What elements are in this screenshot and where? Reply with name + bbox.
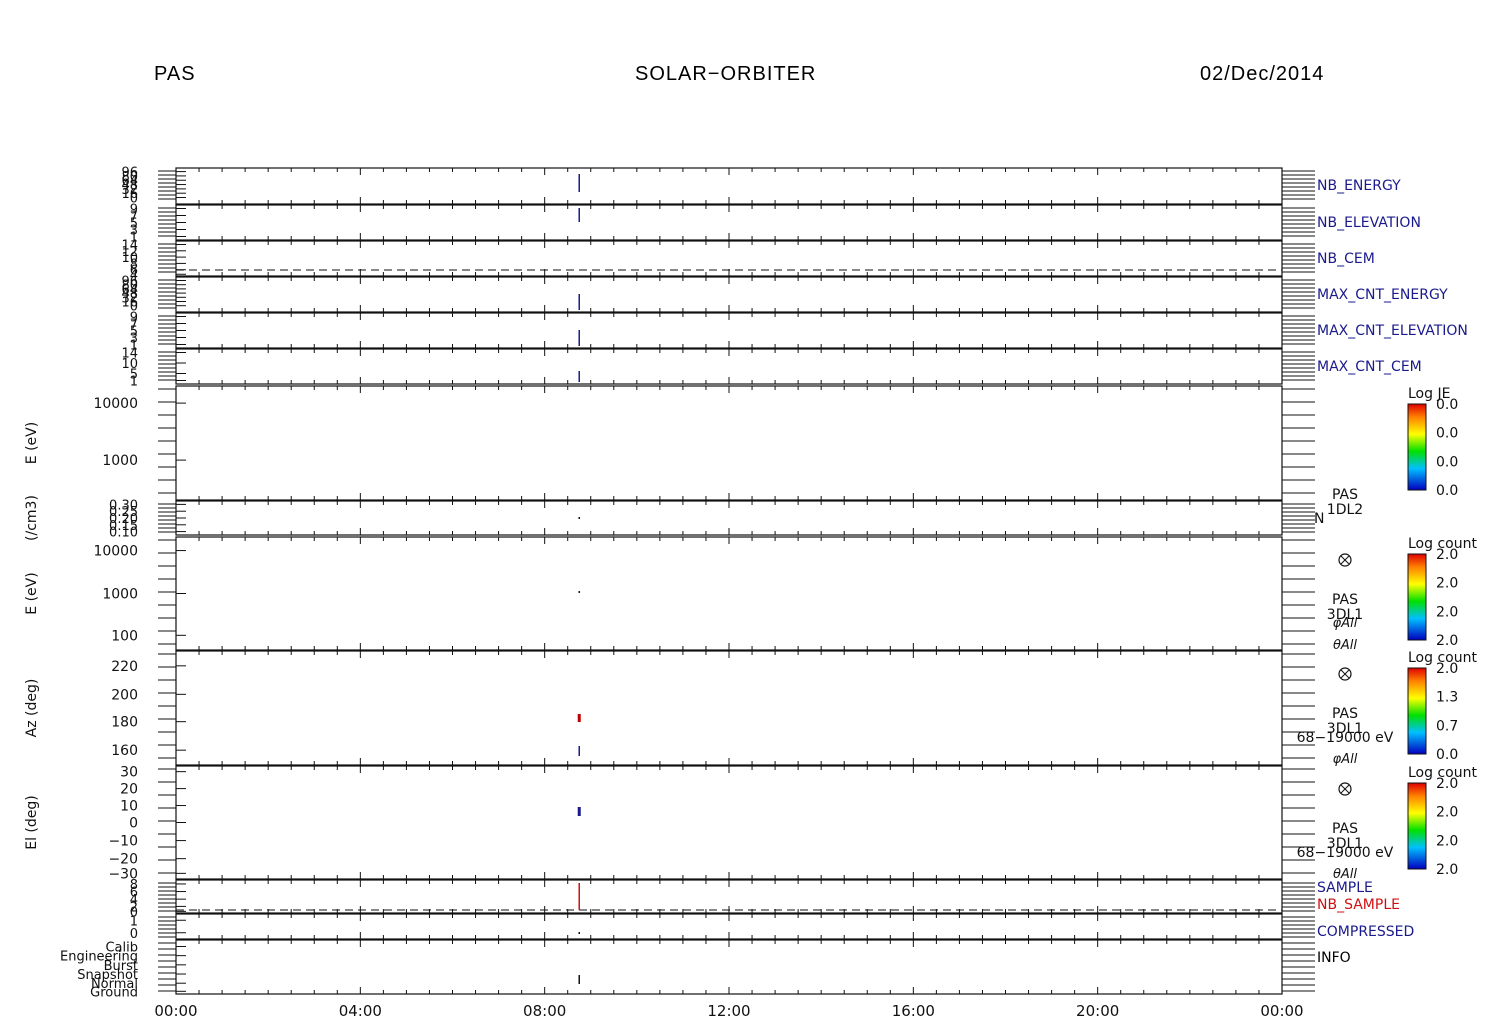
- y-axis-label: E (eV): [24, 572, 40, 614]
- colorbar-tick-label: 2.0: [1436, 661, 1458, 677]
- y-axis-label: E (eV): [24, 422, 40, 464]
- y-axis-label: El (deg): [24, 795, 40, 850]
- panel-label: NB_ELEVATION: [1317, 215, 1421, 231]
- y-tick-label: 1000: [102, 587, 138, 603]
- side-label: N: [1314, 511, 1324, 527]
- colorbar-tick-label: 0.0: [1436, 397, 1458, 413]
- colorbar-tick-label: 2.0: [1436, 576, 1458, 592]
- y-axis-label: (/cm3): [24, 495, 40, 541]
- y-tick-label: 220: [111, 659, 138, 675]
- colorbar-tick-label: 0.0: [1436, 454, 1458, 470]
- colorbar: [1407, 667, 1427, 755]
- x-tick-label: 04:00: [339, 1002, 382, 1020]
- panel-frame: [175, 765, 1283, 880]
- panel-label: NB_CEM: [1317, 251, 1375, 267]
- panel-frame: [175, 385, 1283, 501]
- panel-label: MAX_CNT_CEM: [1317, 359, 1422, 375]
- colorbar-tick-label: 0.0: [1436, 747, 1458, 763]
- colorbar-tick-label: 2.0: [1436, 633, 1458, 649]
- x-tick-label: 00:00: [1260, 1002, 1303, 1020]
- y-tick-label: 10000: [93, 544, 138, 560]
- x-tick-label: 00:00: [154, 1002, 197, 1020]
- side-label: 68−19000 eV: [1297, 845, 1394, 861]
- y-tick-label: 200: [111, 687, 138, 703]
- side-label: 1DL2: [1327, 502, 1363, 518]
- panel-label: INFO: [1317, 950, 1351, 966]
- y-tick-label: 160: [111, 743, 138, 759]
- x-tick-label: 20:00: [1076, 1002, 1119, 1020]
- colorbar-tick-label: 2.0: [1436, 862, 1458, 878]
- y-tick-label: 1000: [102, 453, 138, 469]
- x-tick-label: 12:00: [707, 1002, 750, 1020]
- side-label: φAll: [1333, 752, 1358, 767]
- colorbar-tick-label: 2.0: [1436, 805, 1458, 821]
- y-tick-label: −20: [108, 852, 138, 868]
- y-tick-label: −10: [108, 834, 138, 850]
- panel-frame: [175, 536, 1283, 651]
- colorbar-tick-label: 2.0: [1436, 776, 1458, 792]
- summary-plot: 9680644832160NB_ENERGY97531NB_ELEVATION1…: [24, 166, 1477, 1020]
- colorbar: [1407, 782, 1427, 870]
- y-tick-label: 30: [120, 765, 138, 781]
- y-tick-label: 1: [130, 375, 138, 390]
- side-label: θAll: [1333, 638, 1357, 653]
- y-tick-label: 10: [120, 799, 138, 815]
- y-tick-label: Ground: [90, 985, 138, 1000]
- panel-frame: [175, 650, 1283, 766]
- colorbar: [1407, 403, 1427, 491]
- series-label: SAMPLE: [1317, 880, 1373, 896]
- series-label: NB_SAMPLE: [1317, 897, 1400, 913]
- side-label: PAS: [1332, 706, 1358, 722]
- y-tick-label: 10000: [93, 396, 138, 412]
- colorbar-tick-label: 0.0: [1436, 426, 1458, 442]
- y-axis-label: Az (deg): [24, 679, 40, 738]
- side-label: PAS: [1332, 592, 1358, 608]
- y-tick-label: 0.10: [109, 526, 138, 541]
- colorbar-tick-label: 0.7: [1436, 718, 1458, 734]
- panel-label: MAX_CNT_ELEVATION: [1317, 323, 1468, 339]
- panel-frame: [175, 939, 1283, 995]
- colorbar: [1407, 553, 1427, 641]
- side-label: PAS: [1332, 821, 1358, 837]
- colorbar-tick-label: 0.0: [1436, 483, 1458, 499]
- x-tick-label: 16:00: [892, 1002, 935, 1020]
- side-label: φAll: [1333, 616, 1358, 631]
- y-tick-label: 180: [111, 715, 138, 731]
- colorbar-tick-label: 2.0: [1436, 604, 1458, 620]
- side-label: PAS: [1332, 487, 1358, 503]
- colorbar-tick-label: 2.0: [1436, 833, 1458, 849]
- panel-label: COMPRESSED: [1317, 924, 1414, 940]
- colorbar-tick-label: 1.3: [1436, 690, 1458, 706]
- y-tick-label: 20: [120, 782, 138, 798]
- side-label: 68−19000 eV: [1297, 730, 1394, 746]
- y-tick-label: 0: [129, 816, 138, 832]
- panel-label: NB_ENERGY: [1317, 178, 1401, 194]
- colorbar-tick-label: 2.0: [1436, 547, 1458, 563]
- panel-label: MAX_CNT_ENERGY: [1317, 287, 1448, 303]
- y-tick-label: 100: [111, 628, 138, 644]
- x-tick-label: 08:00: [523, 1002, 566, 1020]
